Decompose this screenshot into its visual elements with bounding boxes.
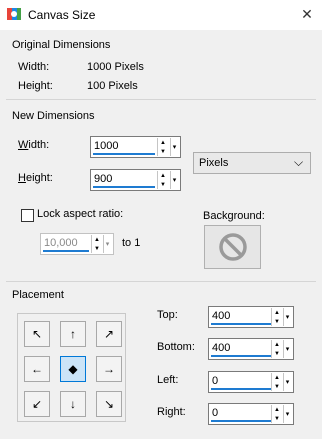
- left-dropdown-icon[interactable]: ▾: [283, 373, 291, 391]
- bottom-bar: [211, 355, 271, 357]
- height-spin-buttons[interactable]: ▲ ▼: [157, 171, 167, 189]
- chevron-down-icon: ⌵: [294, 155, 304, 169]
- background-swatch[interactable]: [204, 225, 261, 269]
- spin-down-icon[interactable]: ▼: [158, 180, 168, 189]
- spin-down-icon: ▼: [94, 245, 100, 252]
- spin-down-icon[interactable]: ▼: [158, 147, 168, 156]
- left-input[interactable]: 0: [212, 375, 218, 387]
- placement-top-center-icon: ↑: [70, 327, 76, 341]
- bottom-spinbox[interactable]: 400 ▲ ▼ ▾: [208, 338, 294, 360]
- placement-heading: Placement: [12, 289, 64, 301]
- height-bar: [93, 186, 155, 188]
- lock-aspect-label: Lock aspect ratio:: [37, 208, 124, 220]
- new-width-label-text: idth:: [28, 139, 50, 151]
- spin-down-icon[interactable]: ▼: [272, 414, 282, 423]
- paintshop-icon: [6, 6, 22, 22]
- height-input[interactable]: 900: [94, 173, 112, 185]
- top-spin-buttons[interactable]: ▲ ▼: [271, 308, 281, 326]
- units-select[interactable]: Pixels ⌵: [193, 152, 311, 174]
- width-bar: [93, 153, 155, 155]
- placement-bottom-right-button[interactable]: ↘: [96, 391, 122, 417]
- left-bar: [211, 388, 271, 390]
- right-spin-buttons[interactable]: ▲ ▼: [271, 405, 281, 423]
- placement-top-left-icon: ↖: [31, 327, 43, 341]
- spin-up-icon[interactable]: ▲: [272, 340, 282, 349]
- top-spinbox[interactable]: 400 ▲ ▼ ▾: [208, 306, 294, 328]
- original-dimensions-heading: Original Dimensions: [12, 39, 111, 51]
- bottom-input[interactable]: 400: [212, 342, 230, 354]
- placement-center-icon: ◆: [68, 362, 78, 376]
- divider: [6, 281, 316, 282]
- units-selected-value: Pixels: [199, 157, 229, 169]
- spin-up-icon: ▲: [94, 236, 100, 243]
- spin-up-icon[interactable]: ▲: [158, 138, 168, 147]
- ratio-dropdown-icon: ▾: [103, 235, 111, 253]
- placement-bottom-left-icon: ↙: [31, 397, 43, 411]
- left-spinbox[interactable]: 0 ▲ ▼ ▾: [208, 371, 294, 393]
- right-spinbox[interactable]: 0 ▲ ▼ ▾: [208, 403, 294, 425]
- top-bar: [211, 323, 271, 325]
- placement-bottom-center-button[interactable]: ↓: [60, 391, 86, 417]
- top-dropdown-icon[interactable]: ▾: [283, 308, 291, 326]
- divider: [6, 99, 316, 100]
- ratio-bar: [43, 250, 89, 252]
- new-height-label-text: eight:: [25, 172, 53, 184]
- ratio-spinbox: 10,000 ▲ ▼ ▾: [40, 233, 114, 255]
- width-input[interactable]: 1000: [94, 140, 118, 152]
- width-spinbox[interactable]: 1000 ▲ ▼ ▾: [90, 136, 181, 158]
- placement-top-right-icon: ↗: [103, 327, 115, 341]
- placement-top-right-button[interactable]: ↗: [96, 321, 122, 347]
- placement-top-center-button[interactable]: ↑: [60, 321, 86, 347]
- original-width-label: Width:: [18, 61, 50, 73]
- bottom-dropdown-icon[interactable]: ▾: [283, 340, 291, 358]
- right-input[interactable]: 0: [212, 407, 218, 419]
- placement-middle-right-button[interactable]: →: [96, 356, 122, 382]
- width-dropdown-icon[interactable]: ▾: [170, 138, 178, 156]
- ratio-input: 10,000: [44, 237, 78, 249]
- spin-up-icon[interactable]: ▲: [158, 171, 168, 180]
- placement-bottom-left-button[interactable]: ↙: [24, 391, 50, 417]
- spin-up-icon[interactable]: ▲: [272, 308, 282, 317]
- spin-down-icon[interactable]: ▼: [272, 317, 282, 326]
- left-label: Left:: [157, 374, 179, 386]
- new-width-label: Width:: [18, 139, 50, 151]
- original-width-value: 1000 Pixels: [87, 61, 144, 73]
- spin-up-icon[interactable]: ▲: [272, 405, 282, 414]
- close-button[interactable]: ✕: [294, 2, 320, 26]
- new-dimensions-heading: New Dimensions: [12, 110, 95, 122]
- bottom-spin-buttons[interactable]: ▲ ▼: [271, 340, 281, 358]
- left-spin-buttons[interactable]: ▲ ▼: [271, 373, 281, 391]
- background-label: Background:: [203, 210, 265, 222]
- placement-middle-left-icon: ←: [31, 362, 43, 376]
- top-label: Top:: [157, 309, 178, 321]
- ratio-spin-buttons: ▲ ▼: [91, 235, 101, 253]
- right-label: Right:: [157, 406, 186, 418]
- no-color-icon: [219, 233, 247, 261]
- placement-middle-right-icon: →: [103, 362, 115, 376]
- spin-up-icon[interactable]: ▲: [272, 373, 282, 382]
- bottom-label: Bottom:: [157, 341, 195, 353]
- width-spin-buttons[interactable]: ▲ ▼: [157, 138, 167, 156]
- original-height-label: Height:: [18, 80, 53, 92]
- new-height-label: Height:: [18, 172, 53, 184]
- top-input[interactable]: 400: [212, 310, 230, 322]
- right-bar: [211, 420, 271, 422]
- height-spinbox[interactable]: 900 ▲ ▼ ▾: [90, 169, 181, 191]
- placement-center-button[interactable]: ◆: [60, 356, 86, 382]
- right-dropdown-icon[interactable]: ▾: [283, 405, 291, 423]
- placement-middle-left-button[interactable]: ←: [24, 356, 50, 382]
- lock-aspect-checkbox[interactable]: [21, 209, 34, 222]
- placement-top-left-button[interactable]: ↖: [24, 321, 50, 347]
- ratio-suffix: to 1: [122, 237, 141, 249]
- original-height-value: 100 Pixels: [87, 80, 138, 92]
- placement-bottom-right-icon: ↘: [103, 397, 115, 411]
- spin-down-icon[interactable]: ▼: [272, 382, 282, 391]
- placement-bottom-center-icon: ↓: [70, 397, 76, 411]
- close-icon: ✕: [301, 5, 313, 22]
- spin-down-icon[interactable]: ▼: [272, 349, 282, 358]
- height-dropdown-icon[interactable]: ▾: [170, 171, 178, 189]
- window-title: Canvas Size: [28, 8, 96, 22]
